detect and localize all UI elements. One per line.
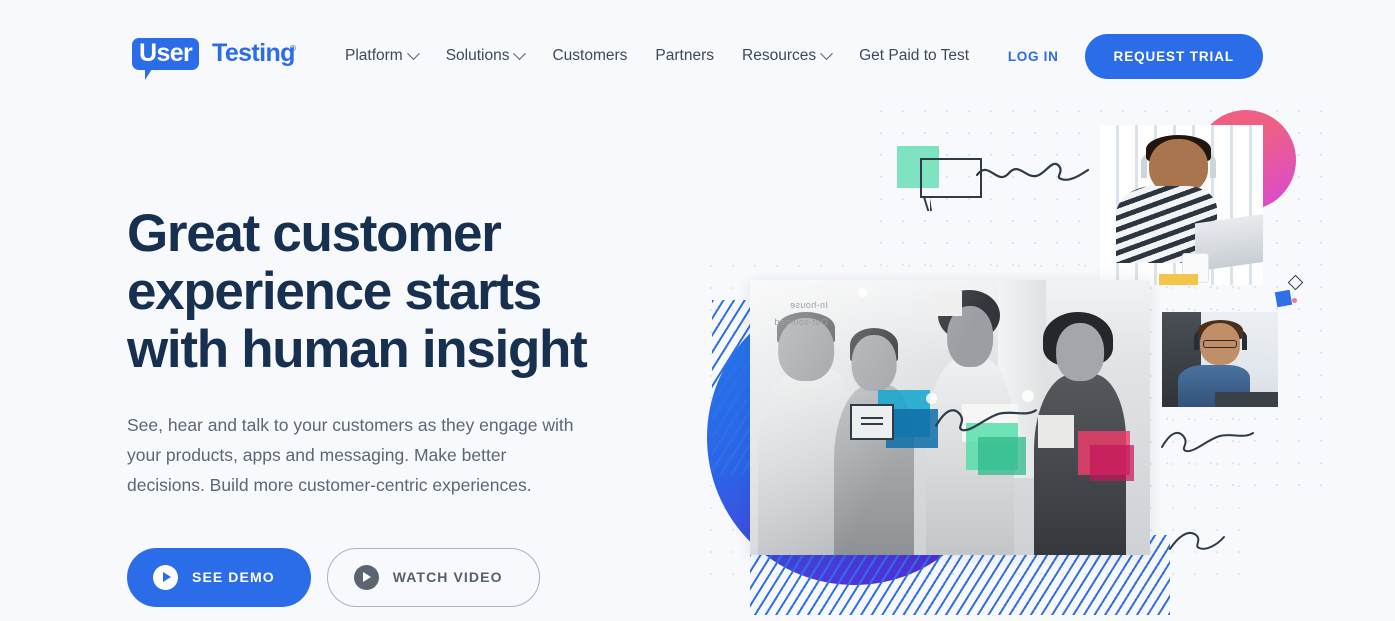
see-demo-button[interactable]: SEE DEMO (127, 547, 311, 607)
hero-cta-row: SEE DEMO WATCH VIDEO (127, 547, 687, 607)
pink-dot-accent (1292, 298, 1297, 303)
nav-label: Customers (552, 47, 628, 64)
primary-navigation: Platform Solutions Customers Partners Re… (331, 39, 983, 73)
photo-bearded-man-headshot (1162, 312, 1278, 407)
request-trial-button[interactable]: REQUEST TRIAL (1084, 33, 1263, 79)
site-header: User Testing ® Platform Solutions Custom… (0, 0, 1395, 112)
nav-item-get-paid-to-test[interactable]: Get Paid to Test (845, 39, 983, 73)
hero-collage: In-house Out-sourced (690, 95, 1395, 621)
header-actions: LOG IN REQUEST TRIAL (1008, 33, 1263, 79)
nav-label: Resources (742, 47, 817, 64)
chevron-down-icon (406, 46, 420, 60)
logo-badge-text: User (139, 39, 193, 67)
squiggle-doodle-icon-2 (1161, 431, 1254, 453)
headline-line-3: with human insight (127, 319, 588, 379)
usertesting-logo[interactable]: User Testing ® (132, 36, 296, 80)
nav-item-customers[interactable]: Customers (538, 39, 641, 73)
nav-label: Solutions (445, 47, 510, 64)
chevron-down-icon (820, 46, 833, 60)
hero-subcopy: See, hear and talk to your customers as … (127, 415, 574, 496)
outlined-card-icon (850, 403, 894, 440)
logo-speech-tail-icon (145, 69, 152, 80)
sticky-note (1038, 414, 1074, 448)
nav-item-solutions[interactable]: Solutions (432, 39, 539, 73)
logo-wordmark: Testing (212, 39, 295, 67)
squiggle-doodle-icon (975, 162, 1090, 181)
watch-video-label: WATCH VIDEO (392, 569, 503, 586)
speech-bubble-icon (920, 158, 982, 211)
nav-label: Platform (345, 47, 403, 64)
headline-line-1: Great customer (127, 204, 502, 263)
nav-label: Partners (655, 47, 715, 64)
photo-team-collaboration-group: In-house Out-sourced (750, 280, 1150, 555)
chevron-down-icon (513, 46, 527, 60)
play-icon (153, 564, 178, 590)
play-icon (353, 564, 379, 590)
logo-badge: User (132, 38, 200, 70)
hero-copy: Great customer experience starts with hu… (127, 205, 687, 607)
headline-line-2: experience starts (127, 261, 542, 321)
nav-label: Get Paid to Test (859, 47, 970, 64)
nav-item-platform[interactable]: Platform (331, 39, 432, 73)
photo-man-with-headphones-laptop (1100, 125, 1263, 285)
whiteboard-scribble-text: In-house Out-sourced (774, 299, 828, 327)
watch-video-button[interactable]: WATCH VIDEO (326, 547, 540, 607)
login-link[interactable]: LOG IN (1008, 49, 1059, 64)
nav-item-resources[interactable]: Resources (728, 39, 845, 73)
sticky-note (934, 291, 962, 316)
speech-bubble-tail-icon (922, 196, 941, 211)
squiggle-doodle-overlay-icon (935, 408, 1037, 431)
squiggle-doodle-icon-3 (1169, 531, 1225, 550)
landing-page: User Testing ® Platform Solutions Custom… (0, 0, 1395, 621)
diamond-outline-icon (1287, 274, 1304, 291)
logo-registered-mark: ® (290, 44, 296, 53)
page-title: Great customer experience starts with hu… (127, 205, 687, 378)
see-demo-label: SEE DEMO (192, 569, 275, 586)
blue-square-accent (1274, 289, 1293, 308)
nav-item-partners[interactable]: Partners (641, 39, 728, 73)
sticky-note-pink-dark (1090, 445, 1134, 481)
sticky-note-mint-dark (978, 436, 1026, 476)
